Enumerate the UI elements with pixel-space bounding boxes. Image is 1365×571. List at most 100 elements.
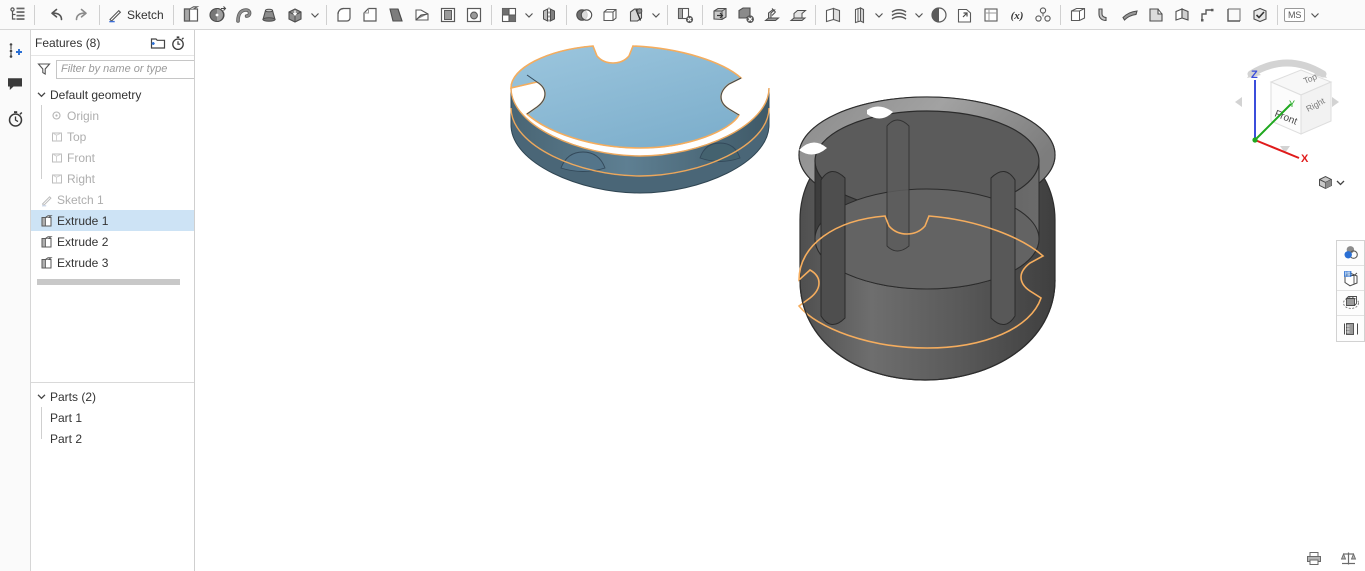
features-count-label: Features (8) xyxy=(35,35,101,50)
parts-section: Parts (2) Part 1 Part 2 xyxy=(31,382,194,452)
mirror-icon[interactable] xyxy=(536,2,562,28)
tree-item-front-plane[interactable]: Front xyxy=(31,147,194,168)
history-icon[interactable] xyxy=(1,104,29,132)
tree-item-label: Default geometry xyxy=(50,87,142,102)
tree-item-extrude-3[interactable]: Extrude 3 xyxy=(31,252,194,273)
tree-item-top-plane[interactable]: Top xyxy=(31,126,194,147)
curve-icon[interactable] xyxy=(886,2,912,28)
graphics-area[interactable]: Top Front Right Z X Y xyxy=(195,30,1365,571)
measure-display-icon[interactable] xyxy=(1337,316,1364,341)
filter-input[interactable] xyxy=(56,59,209,79)
extrude-icon xyxy=(38,235,55,249)
chevron-down-icon[interactable] xyxy=(35,392,48,401)
chevron-down-icon[interactable] xyxy=(872,10,886,20)
comment-icon[interactable] xyxy=(1,70,29,98)
tree-item-part-1[interactable]: Part 1 xyxy=(31,407,194,428)
chevron-down-icon[interactable] xyxy=(912,10,926,20)
rollback-timer-icon[interactable] xyxy=(168,33,188,53)
sheet-metal-check-icon[interactable] xyxy=(1247,2,1273,28)
hole-icon[interactable] xyxy=(461,2,487,28)
sheet-metal-unfold-icon[interactable] xyxy=(1169,2,1195,28)
assembly-icon[interactable] xyxy=(1030,2,1056,28)
chevron-down-icon[interactable] xyxy=(1336,178,1345,187)
tree-item-label: Origin xyxy=(67,108,100,123)
transform-icon[interactable] xyxy=(785,2,811,28)
svg-text:(x): (x) xyxy=(1010,10,1023,22)
tree-item-part-2[interactable]: Part 2 xyxy=(31,428,194,449)
toolbar-separator xyxy=(701,4,703,25)
feature-tree-icon[interactable] xyxy=(4,2,30,28)
tree-indent-guide xyxy=(35,105,48,126)
new-folder-icon[interactable] xyxy=(148,33,168,53)
sketch-label: Sketch xyxy=(127,7,164,22)
parts-header[interactable]: Parts (2) xyxy=(31,386,194,407)
undo-icon[interactable] xyxy=(43,2,69,28)
chevron-down-icon[interactable] xyxy=(522,10,536,20)
print-icon[interactable] xyxy=(1305,549,1323,567)
view-tools-toolbar xyxy=(1336,240,1365,342)
display-mode-button[interactable] xyxy=(1317,172,1349,192)
rollback-bar[interactable] xyxy=(37,279,180,285)
chevron-down-icon[interactable] xyxy=(649,10,663,20)
toolbar-separator xyxy=(490,4,492,25)
sheet-metal-bend-icon[interactable] xyxy=(1117,2,1143,28)
tree-item-extrude-2[interactable]: Extrude 2 xyxy=(31,231,194,252)
feature-tree-header: Features (8) xyxy=(31,30,194,56)
chamfer-icon[interactable] xyxy=(357,2,383,28)
thicken-icon[interactable] xyxy=(282,2,308,28)
sheet-metal-base-icon[interactable] xyxy=(1065,2,1091,28)
tree-item-sketch-1[interactable]: Sketch 1 xyxy=(31,189,194,210)
enclose-icon[interactable] xyxy=(597,2,623,28)
move-face-icon[interactable] xyxy=(707,2,733,28)
version-label: MS xyxy=(1283,7,1306,22)
filter-funnel-icon[interactable] xyxy=(37,62,51,76)
plane-icon[interactable] xyxy=(820,2,846,28)
chevron-down-icon[interactable] xyxy=(1308,10,1322,20)
hidden-edges-icon[interactable] xyxy=(1337,291,1364,316)
tree-item-label: Extrude 2 xyxy=(57,234,109,249)
mate-connector-icon[interactable] xyxy=(926,2,952,28)
shell-icon[interactable] xyxy=(435,2,461,28)
section-view-icon[interactable] xyxy=(1337,266,1364,291)
loft-icon[interactable] xyxy=(256,2,282,28)
sketch-button[interactable]: Sketch xyxy=(104,2,169,28)
import-derived-icon[interactable] xyxy=(952,2,978,28)
revolve-icon[interactable] xyxy=(204,2,230,28)
draft-icon[interactable] xyxy=(383,2,409,28)
view-cube[interactable]: Top Front Right Z X Y xyxy=(1227,48,1347,163)
tree-item-right-plane[interactable]: Right xyxy=(31,168,194,189)
units-scale-icon[interactable] xyxy=(1339,549,1357,567)
extrude-icon[interactable] xyxy=(178,2,204,28)
model-viewport[interactable] xyxy=(195,30,1365,571)
replace-face-icon[interactable] xyxy=(759,2,785,28)
version-button[interactable]: MS xyxy=(1282,2,1308,28)
toolbar-separator xyxy=(565,4,567,25)
disc-part[interactable] xyxy=(510,45,770,194)
tree-indent-guide xyxy=(35,428,48,449)
sheet-metal-joint-icon[interactable] xyxy=(1195,2,1221,28)
cylinder-part[interactable] xyxy=(797,96,1056,381)
redo-icon[interactable] xyxy=(69,2,95,28)
pattern-icon[interactable] xyxy=(496,2,522,28)
chevron-down-icon[interactable] xyxy=(308,10,322,20)
tree-item-extrude-1[interactable]: Extrude 1 xyxy=(31,210,194,231)
tree-item-default-geometry[interactable]: Default geometry xyxy=(31,84,194,105)
sheet-metal-corner-icon[interactable] xyxy=(1221,2,1247,28)
delete-face-icon[interactable] xyxy=(733,2,759,28)
fillet-icon[interactable] xyxy=(331,2,357,28)
boolean-icon[interactable] xyxy=(571,2,597,28)
sweep-icon[interactable] xyxy=(230,2,256,28)
sheet-metal-tab-icon[interactable] xyxy=(1143,2,1169,28)
split-icon[interactable] xyxy=(623,2,649,28)
axis-icon[interactable] xyxy=(846,2,872,28)
chevron-down-icon[interactable] xyxy=(35,90,48,99)
instance-add-icon[interactable] xyxy=(1,36,29,64)
rib-icon[interactable] xyxy=(409,2,435,28)
appearance-icon[interactable] xyxy=(1337,241,1364,266)
composite-part-icon[interactable] xyxy=(978,2,1004,28)
sheet-metal-flange-icon[interactable] xyxy=(1091,2,1117,28)
tree-item-origin[interactable]: Origin xyxy=(31,105,194,126)
delete-part-icon[interactable] xyxy=(672,2,698,28)
variable-icon[interactable]: (x) xyxy=(1004,2,1030,28)
tree-indent-guide xyxy=(35,168,48,189)
